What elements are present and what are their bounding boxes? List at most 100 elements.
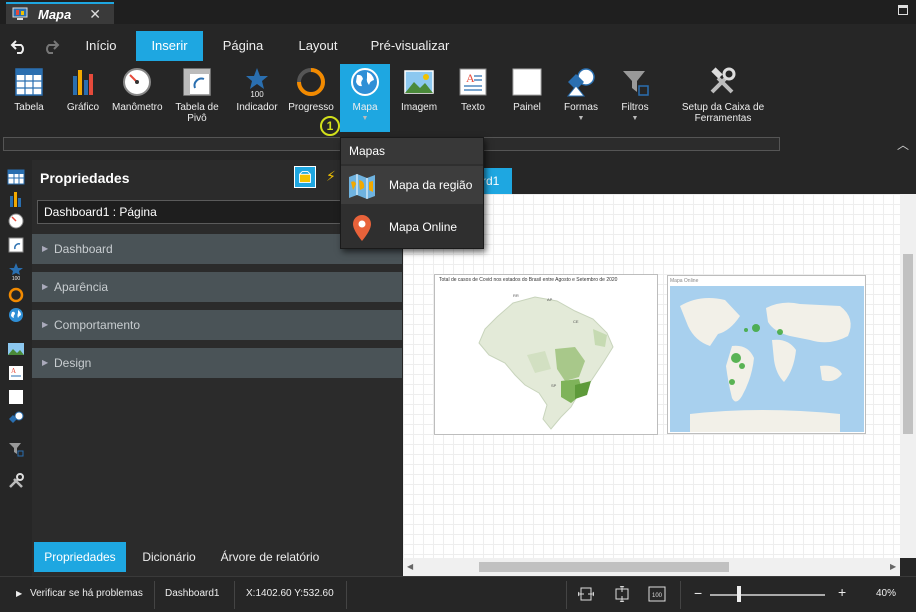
tab-dicionario[interactable]: Dicionário <box>132 542 206 572</box>
tab-pre-visualizar[interactable]: Pré-visualizar <box>364 31 456 61</box>
text-icon: A <box>459 68 487 96</box>
fit-width-icon[interactable] <box>578 586 594 602</box>
properties-title: Propriedades <box>40 170 130 186</box>
region-map-element[interactable]: Total de casos de Covid nos estados do B… <box>434 274 658 435</box>
horizontal-scroll-thumb[interactable] <box>479 562 729 572</box>
tab-arvore-relatorio[interactable]: Árvore de relatório <box>214 542 326 572</box>
divider <box>680 581 681 609</box>
scroll-right-icon[interactable]: ▶ <box>890 562 896 571</box>
dropdown-arrow-icon: ▼ <box>361 115 369 122</box>
ribbon-tabela-pivo[interactable]: Tabela de Pivô <box>166 64 228 132</box>
status-coordinates: X:1402.60 Y:532.60 <box>246 588 334 599</box>
check-issues-button[interactable]: Verificar se há problemas <box>30 588 143 599</box>
online-map-title: Mapa Online <box>670 278 699 284</box>
undo-icon[interactable] <box>10 37 28 55</box>
section-comportamento[interactable]: ▶ Comportamento <box>32 310 402 340</box>
close-icon[interactable]: ✕ <box>89 6 101 23</box>
status-page-name: Dashboard1 <box>165 588 220 599</box>
panel-icon[interactable] <box>7 388 25 406</box>
bar-chart-icon <box>73 70 93 95</box>
tab-propriedades[interactable]: Propriedades <box>34 542 126 572</box>
ribbon-mapa[interactable]: Mapa ▼ <box>340 64 390 132</box>
expand-arrow-icon: ▶ <box>42 320 49 329</box>
filter-icon[interactable] <box>7 440 25 458</box>
categorized-view-icon[interactable] <box>294 166 316 188</box>
page-tab[interactable]: rd1 <box>480 168 512 194</box>
ribbon-label: Formas <box>564 102 598 113</box>
ribbon-label: Painel <box>513 102 541 113</box>
ribbon-painel[interactable]: Painel <box>502 64 552 132</box>
zoom-slider-track[interactable] <box>710 594 825 596</box>
zoom-slider-thumb[interactable] <box>737 586 741 602</box>
ribbon-label: Setup da Caixa de Ferramentas <box>681 102 765 124</box>
zoom-in-button[interactable]: + <box>838 584 846 600</box>
ribbon-label: Filtros <box>621 102 649 113</box>
horizontal-scrollbar[interactable]: ◀ ▶ <box>403 558 900 576</box>
ribbon-formas[interactable]: Formas ▼ <box>556 64 606 132</box>
window-menu-icon[interactable] <box>898 5 908 15</box>
section-label: Dashboard <box>54 242 113 256</box>
zoom-100-icon[interactable]: 100 <box>648 586 666 602</box>
text-icon[interactable]: A <box>7 364 25 382</box>
ribbon-tabela[interactable]: Tabela <box>4 64 54 132</box>
globe-icon <box>351 68 379 96</box>
map-pin-icon <box>353 215 371 241</box>
divider <box>154 581 155 609</box>
menu-item-mapa-regiao[interactable]: Mapa da região <box>341 166 483 204</box>
events-icon[interactable]: ⚡ <box>326 168 336 185</box>
gauge-icon[interactable] <box>7 212 25 230</box>
menu-bar: Início Inserir Página Layout Pré-visuali… <box>0 31 916 61</box>
ribbon-filtros[interactable]: Filtros ▼ <box>610 64 660 132</box>
ribbon-manometro[interactable]: Manômetro <box>112 64 163 132</box>
bar-chart-icon[interactable] <box>7 190 25 208</box>
indicator-icon[interactable]: 100 <box>7 262 25 280</box>
redo-icon[interactable] <box>42 37 60 55</box>
tab-pagina[interactable]: Página <box>214 31 272 61</box>
image-icon[interactable] <box>7 340 25 358</box>
globe-icon[interactable] <box>7 307 25 325</box>
status-bar: ▶ Verificar se há problemas Dashboard1 X… <box>0 576 916 612</box>
expand-arrow-icon: ▶ <box>42 282 49 291</box>
online-map-element[interactable]: Mapa Online <box>667 275 866 434</box>
ribbon-imagem[interactable]: Imagem <box>394 64 444 132</box>
region-map-icon <box>349 174 375 199</box>
ribbon-texto[interactable]: A Texto <box>448 64 498 132</box>
ribbon-label: Mapa <box>352 102 378 113</box>
ribbon-indicador[interactable]: 100 Indicador <box>232 64 282 132</box>
divider <box>346 581 347 609</box>
collapse-ribbon-icon[interactable]: ︿ <box>897 136 909 153</box>
ribbon-grafico[interactable]: Gráfico <box>58 64 108 132</box>
vertical-scroll-thumb[interactable] <box>903 254 913 434</box>
image-icon <box>404 70 434 94</box>
vertical-scrollbar[interactable] <box>900 194 916 558</box>
ribbon-label: Gráfico <box>66 102 100 113</box>
progress-icon[interactable] <box>7 286 25 304</box>
document-tab[interactable]: Mapa ✕ <box>6 2 114 24</box>
section-label: Design <box>54 356 92 370</box>
svg-text:A: A <box>11 367 16 375</box>
table-icon[interactable] <box>7 168 25 186</box>
shapes-icon <box>566 68 595 97</box>
tab-layout[interactable]: Layout <box>288 31 348 61</box>
pivot-table-icon[interactable] <box>7 236 25 254</box>
section-design[interactable]: ▶ Design <box>32 348 402 378</box>
menu-item-mapa-online[interactable]: Mapa Online <box>341 208 483 246</box>
tab-inserir[interactable]: Inserir <box>136 31 203 61</box>
ribbon-label: Progresso <box>288 102 334 113</box>
fit-height-icon[interactable] <box>614 586 630 602</box>
progress-icon <box>297 68 325 96</box>
svg-text:A: A <box>466 71 475 85</box>
section-aparencia[interactable]: ▶ Aparência <box>32 272 402 302</box>
zoom-100-label: 100 <box>652 593 663 599</box>
world-map <box>670 286 864 432</box>
tab-inicio[interactable]: Início <box>76 31 126 61</box>
ribbon-label: Texto <box>461 102 485 113</box>
shapes-icon[interactable] <box>7 410 25 428</box>
zoom-out-button[interactable]: − <box>694 585 702 601</box>
ribbon-setup-toolbox[interactable]: Setup da Caixa de Ferramentas <box>680 64 766 132</box>
gauge-icon <box>123 68 151 96</box>
dropdown-header: Mapas <box>341 138 483 164</box>
tools-icon[interactable] <box>7 472 25 490</box>
expand-arrow-icon[interactable]: ▶ <box>16 589 22 598</box>
scroll-left-icon[interactable]: ◀ <box>407 562 413 571</box>
